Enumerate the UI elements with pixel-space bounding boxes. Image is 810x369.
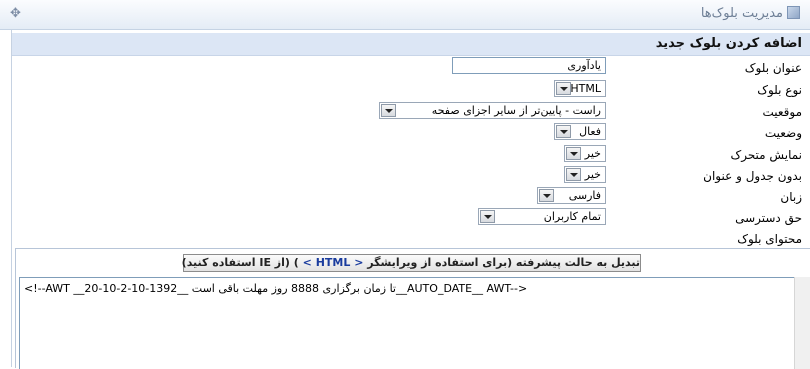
- block-content-label: محتوای بلوک: [737, 232, 802, 246]
- content-textarea[interactable]: <!--AWT __تا زمان برگزاری 8888 روز مهلت …: [19, 277, 809, 369]
- row-status: وضعیت فعال: [12, 122, 810, 143]
- blocks-icon: [787, 6, 800, 19]
- position-label: موقعیت: [762, 105, 802, 119]
- chevron-down-icon[interactable]: [566, 168, 581, 181]
- language-label: زبان: [780, 190, 802, 204]
- animated-display-label: نمایش متحرک: [730, 148, 802, 162]
- status-value: فعال: [579, 125, 601, 138]
- window-titlebar: ✥ مدیریت بلوک‌ها: [0, 0, 810, 30]
- chevron-down-icon[interactable]: [556, 125, 571, 138]
- animated-display-value: خیر: [584, 147, 601, 160]
- textarea-scrollbar[interactable]: [794, 277, 810, 369]
- window-title: مدیریت بلوک‌ها: [701, 6, 800, 21]
- move-icon[interactable]: ✥: [10, 6, 21, 21]
- window-title-text: مدیریت بلوک‌ها: [700, 6, 783, 21]
- advanced-mode-text: تبدیل به حالت پیشرفته (برای استفاده از و…: [367, 256, 640, 269]
- row-animated-display: نمایش متحرک خیر: [12, 144, 810, 165]
- position-select[interactable]: راست - پایین‌تر از سایر اجزای صفحه: [379, 102, 606, 119]
- block-title-input[interactable]: یادآوری: [452, 57, 606, 74]
- row-position: موقعیت راست - پایین‌تر از سایر اجزای صفح…: [12, 101, 810, 122]
- status-label: وضعیت: [764, 126, 802, 140]
- chevron-down-icon[interactable]: [556, 82, 571, 95]
- row-language: زبان فارسی: [12, 186, 810, 207]
- no-table-title-select[interactable]: خیر: [564, 166, 606, 183]
- html-label: < HTML >: [302, 256, 364, 269]
- block-form-panel: اضافه کردن بلوک جدید عنوان بلوک یادآوری …: [11, 30, 810, 369]
- content-text: <!--AWT __تا زمان برگزاری 8888 روز مهلت …: [24, 282, 528, 295]
- status-select[interactable]: فعال: [554, 123, 606, 140]
- animated-display-select[interactable]: خیر: [564, 145, 606, 162]
- advanced-mode-button[interactable]: تبدیل به حالت پیشرفته (برای استفاده از و…: [181, 254, 641, 272]
- position-value: راست - پایین‌تر از سایر اجزای صفحه: [431, 104, 601, 117]
- access-label: حق دسترسی: [735, 211, 802, 225]
- row-no-table-title: بدون جدول و عنوان خیر: [12, 165, 810, 186]
- no-table-title-value: خیر: [584, 168, 601, 181]
- block-type-select[interactable]: HTML: [554, 80, 606, 97]
- row-access: حق دسترسی تمام کاربران: [12, 207, 810, 228]
- content-editor: تبدیل به حالت پیشرفته (برای استفاده از و…: [15, 248, 810, 369]
- no-table-title-label: بدون جدول و عنوان: [703, 169, 802, 183]
- block-type-value: HTML: [570, 82, 601, 95]
- chevron-down-icon[interactable]: [381, 104, 396, 117]
- form-header: اضافه کردن بلوک جدید: [12, 33, 810, 56]
- block-title-label: عنوان بلوک: [744, 61, 802, 75]
- chevron-down-icon[interactable]: [566, 147, 581, 160]
- ie-note: ) (از IE استفاده کنید): [181, 256, 299, 269]
- language-value: فارسی: [568, 189, 601, 202]
- form-title: اضافه کردن بلوک جدید: [655, 36, 802, 51]
- access-value: تمام کاربران: [543, 210, 601, 223]
- chevron-down-icon[interactable]: [480, 210, 495, 223]
- row-block-content: محتوای بلوک: [12, 228, 810, 249]
- language-select[interactable]: فارسی: [537, 187, 606, 204]
- row-block-title: عنوان بلوک یادآوری: [12, 57, 810, 78]
- access-select[interactable]: تمام کاربران: [478, 208, 606, 225]
- row-block-type: نوع بلوک HTML: [12, 79, 810, 100]
- chevron-down-icon[interactable]: [539, 189, 554, 202]
- block-type-label: نوع بلوک: [757, 83, 802, 97]
